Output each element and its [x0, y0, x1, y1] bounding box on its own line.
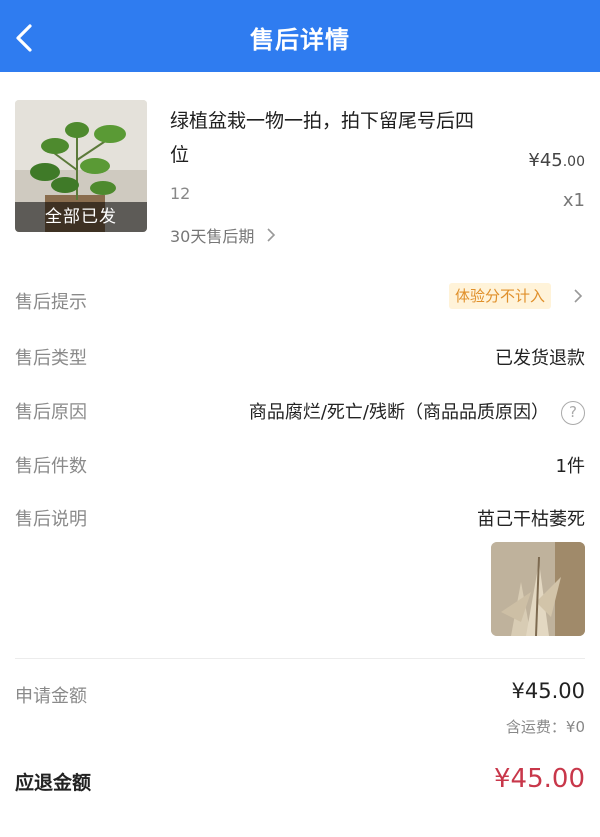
- count-label: 售后件数: [15, 456, 87, 477]
- divider: [15, 658, 585, 659]
- reason-text: 商品腐烂/死亡/残断（商品品质原因）: [248, 402, 549, 423]
- count-value: 1件: [555, 456, 585, 477]
- chevron-right-icon: [574, 289, 583, 303]
- price-main: ¥45: [528, 150, 563, 171]
- after-sale-period-link[interactable]: 30天售后期: [170, 220, 278, 250]
- refund-amount-value: ¥45.00: [494, 764, 585, 794]
- product-thumbnail[interactable]: 全部已发: [15, 100, 147, 232]
- row-after-sale-tip[interactable]: 售后提示 体验分不计入: [0, 283, 600, 323]
- reason-label: 售后原因: [15, 402, 87, 423]
- after-sale-card: 全部已发 绿植盆栽一物一拍，拍下留尾号后四位 ¥45.00 12 x1 30天售…: [0, 72, 600, 837]
- shipping-note: 含运费：¥0: [505, 718, 585, 736]
- description-label: 售后说明: [15, 509, 87, 530]
- product-spec: 12: [170, 184, 191, 203]
- chevron-right-icon: [267, 228, 276, 242]
- row-after-sale-type: 售后类型 已发货退款: [0, 339, 600, 379]
- row-after-sale-description: 售后说明 苗己干枯萎死: [0, 500, 600, 540]
- product-price: ¥45.00: [528, 150, 585, 171]
- ship-status-label: 全部已发: [15, 202, 147, 232]
- row-after-sale-reason: 售后原因 商品腐烂/死亡/残断（商品品质原因） ?: [0, 393, 600, 433]
- withered-plant-photo-icon: [491, 542, 585, 636]
- reason-value: 商品腐烂/死亡/残断（商品品质原因） ?: [249, 393, 585, 433]
- help-question-icon[interactable]: ?: [561, 401, 585, 425]
- refund-amount-label: 应退金额: [15, 772, 92, 794]
- tip-value: 体验分不计入: [448, 283, 585, 309]
- evidence-photo[interactable]: [491, 542, 585, 636]
- product-quantity: x1: [562, 190, 585, 211]
- product-name[interactable]: 绿植盆栽一物一拍，拍下留尾号后四位: [170, 104, 475, 172]
- apply-amount-value: ¥45.00: [511, 679, 585, 703]
- tip-label: 售后提示: [15, 292, 87, 313]
- type-label: 售后类型: [15, 348, 87, 369]
- row-after-sale-count: 售后件数 1件: [0, 447, 600, 487]
- tip-badge: 体验分不计入: [448, 283, 551, 309]
- header-bar: 售后详情: [0, 0, 600, 72]
- apply-amount-label: 申请金额: [15, 686, 87, 707]
- description-value: 苗己干枯萎死: [477, 509, 585, 530]
- type-value: 已发货退款: [495, 348, 585, 369]
- price-decimal: .00: [562, 154, 585, 170]
- after-sale-period-label: 30天售后期: [170, 227, 255, 246]
- page-title: 售后详情: [250, 26, 350, 54]
